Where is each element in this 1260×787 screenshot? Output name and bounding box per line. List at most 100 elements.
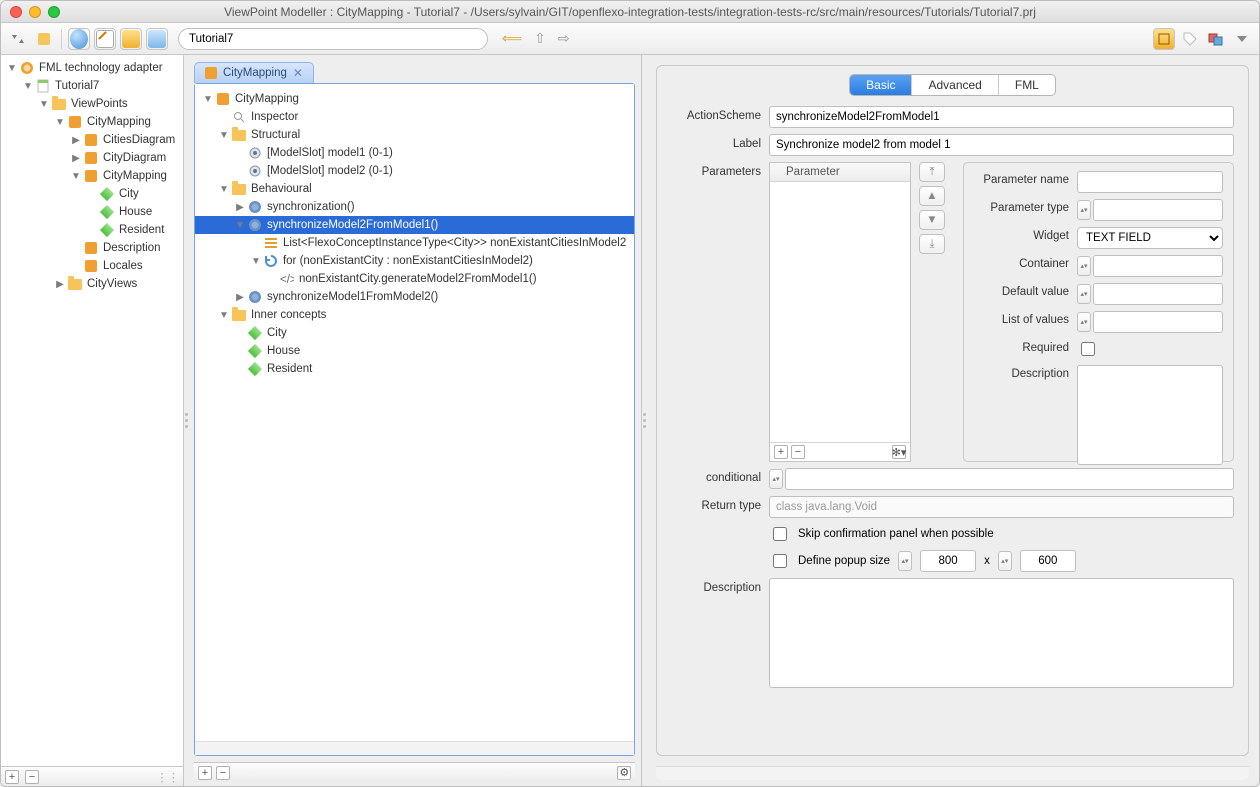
field-param-description[interactable]	[1077, 365, 1223, 465]
tree-node[interactable]: List<FlexoConceptInstanceType<City>> non…	[195, 234, 634, 252]
project-tree[interactable]: ▼FML technology adapter▼Tutorial7▼ViewPo…	[1, 55, 183, 766]
move-bottom-icon[interactable]: ⤓	[919, 234, 945, 254]
conditional-stepper[interactable]: ▴▾	[769, 469, 783, 489]
tree-toggle-icon[interactable]: ▼	[69, 171, 83, 182]
tab-citymapping[interactable]: CityMapping ✕	[194, 62, 314, 83]
add-button[interactable]: +	[198, 766, 212, 780]
move-down-icon[interactable]: ▼	[919, 210, 945, 230]
tree-toggle-icon[interactable]: ▼	[233, 220, 247, 231]
add-button[interactable]: +	[5, 770, 19, 784]
param-remove-button[interactable]: −	[791, 445, 805, 459]
structure-tree[interactable]: ▼CityMappingInspector▼Structural [ModelSl…	[195, 84, 634, 741]
field-conditional[interactable]	[785, 468, 1234, 490]
tree-toggle-icon[interactable]: ▶	[69, 135, 83, 146]
tree-node[interactable]: [ModelSlot] model2 (0-1)	[195, 162, 634, 180]
nav-back-icon[interactable]: ⟸	[498, 30, 526, 47]
cube-icon[interactable]	[146, 28, 168, 50]
collapse-icon[interactable]	[1231, 28, 1253, 50]
tree-node[interactable]: ▼CityMapping	[195, 90, 634, 108]
tree-node[interactable]: ▼Inner concepts	[195, 306, 634, 324]
nav-forward-icon[interactable]: ⇨	[554, 30, 574, 47]
tree-node[interactable]: ▼Structural	[195, 126, 634, 144]
field-actionscheme[interactable]	[769, 106, 1234, 128]
field-listvalues[interactable]	[1093, 311, 1223, 333]
tree-node[interactable]: Resident	[195, 360, 634, 378]
field-label[interactable]	[769, 134, 1234, 156]
container-stepper[interactable]: ▴▾	[1077, 256, 1091, 276]
tree-toggle-icon[interactable]: ▼	[217, 184, 231, 195]
remove-button[interactable]: −	[216, 766, 230, 780]
select-widget[interactable]: TEXT FIELD	[1077, 227, 1223, 249]
hscrollbar[interactable]	[195, 741, 634, 755]
tree-node[interactable]: </>nonExistantCity.generateModel2FromMod…	[195, 270, 634, 288]
field-param-name[interactable]	[1077, 171, 1223, 193]
field-default[interactable]	[1093, 283, 1223, 305]
move-up-icon[interactable]: ▲	[919, 186, 945, 206]
globe-icon[interactable]	[68, 28, 90, 50]
parameter-list[interactable]: Parameter + − ✻▾	[769, 162, 911, 462]
highlight-icon[interactable]	[1153, 28, 1175, 50]
move-top-icon[interactable]: ⤒	[919, 162, 945, 182]
tree-node[interactable]: ▼Behavioural	[195, 180, 634, 198]
tree-toggle-icon[interactable]: ▶	[69, 153, 83, 164]
tree-node[interactable]: ▼CityMapping	[1, 167, 183, 185]
tree-node[interactable]: Locales	[1, 257, 183, 275]
tree-node[interactable]: ▼for (nonExistantCity : nonExistantCitie…	[195, 252, 634, 270]
tree-node[interactable]: ▶CityDiagram	[1, 149, 183, 167]
tree-node[interactable]: City	[1, 185, 183, 203]
tree-toggle-icon[interactable]: ▼	[37, 99, 51, 110]
field-popup-h[interactable]	[1020, 550, 1076, 572]
popup-h-stepper[interactable]: ▴▾	[998, 551, 1012, 571]
settings-icon[interactable]: ⚙	[617, 766, 631, 780]
tree-node[interactable]: ▼Tutorial7	[1, 77, 183, 95]
tree-node[interactable]: House	[1, 203, 183, 221]
tree-node[interactable]: ▼ViewPoints	[1, 95, 183, 113]
tree-node[interactable]: ▶CitiesDiagram	[1, 131, 183, 149]
tree-toggle-icon[interactable]: ▶	[53, 279, 67, 290]
tag-icon[interactable]	[1179, 28, 1201, 50]
field-container[interactable]	[1093, 255, 1223, 277]
draw-icon[interactable]	[94, 28, 116, 50]
expand-all-icon[interactable]	[7, 28, 29, 50]
tree-node[interactable]: ▶synchronizeModel1FromModel2()	[195, 288, 634, 306]
field-description[interactable]	[769, 578, 1234, 688]
segment-fml[interactable]: FML	[999, 75, 1055, 95]
tree-node[interactable]: ▶synchronization()	[195, 198, 634, 216]
tree-node[interactable]: Inspector	[195, 108, 634, 126]
package-icon[interactable]	[120, 28, 142, 50]
tree-node[interactable]: ▶CityViews	[1, 275, 183, 293]
checkbox-define-popup[interactable]	[773, 554, 787, 568]
popup-w-stepper[interactable]: ▴▾	[898, 551, 912, 571]
tree-toggle-icon[interactable]: ▼	[249, 256, 263, 267]
default-stepper[interactable]: ▴▾	[1077, 284, 1091, 304]
nav-up-icon[interactable]: ⇧	[530, 30, 550, 47]
tree-toggle-icon[interactable]: ▶	[233, 292, 247, 303]
tab-close-icon[interactable]: ✕	[293, 66, 303, 80]
tree-node[interactable]: Resident	[1, 221, 183, 239]
checkbox-required[interactable]	[1081, 342, 1095, 356]
segment-basic[interactable]: Basic	[850, 75, 912, 95]
tree-node[interactable]: Description	[1, 239, 183, 257]
checkbox-skip-confirm[interactable]	[773, 527, 787, 541]
segment-advanced[interactable]: Advanced	[912, 75, 998, 95]
tree-node[interactable]: House	[195, 342, 634, 360]
panel-grip-icon[interactable]: ⋮⋮	[156, 770, 179, 784]
listvalues-stepper[interactable]: ▴▾	[1077, 312, 1091, 332]
param-settings-icon[interactable]: ✻▾	[892, 445, 906, 459]
tree-toggle-icon[interactable]: ▼	[217, 130, 231, 141]
field-popup-w[interactable]	[920, 550, 976, 572]
type-stepper[interactable]: ▴▾	[1077, 200, 1091, 220]
param-add-button[interactable]: +	[774, 445, 788, 459]
hscrollbar[interactable]	[656, 766, 1249, 780]
tree-node[interactable]: ▼CityMapping	[1, 113, 183, 131]
tree-node[interactable]: ▼synchronizeModel2FromModel1()	[195, 216, 634, 234]
tree-toggle-icon[interactable]: ▼	[201, 94, 215, 105]
tree-toggle-icon[interactable]: ▼	[217, 310, 231, 321]
tree-toggle-icon[interactable]: ▼	[5, 63, 19, 74]
remove-button[interactable]: −	[25, 770, 39, 784]
windows-icon[interactable]	[1205, 28, 1227, 50]
tree-toggle-icon[interactable]: ▼	[53, 117, 67, 128]
tree-toggle-icon[interactable]: ▶	[233, 202, 247, 213]
field-param-type[interactable]	[1093, 199, 1223, 221]
address-input[interactable]	[178, 28, 488, 50]
